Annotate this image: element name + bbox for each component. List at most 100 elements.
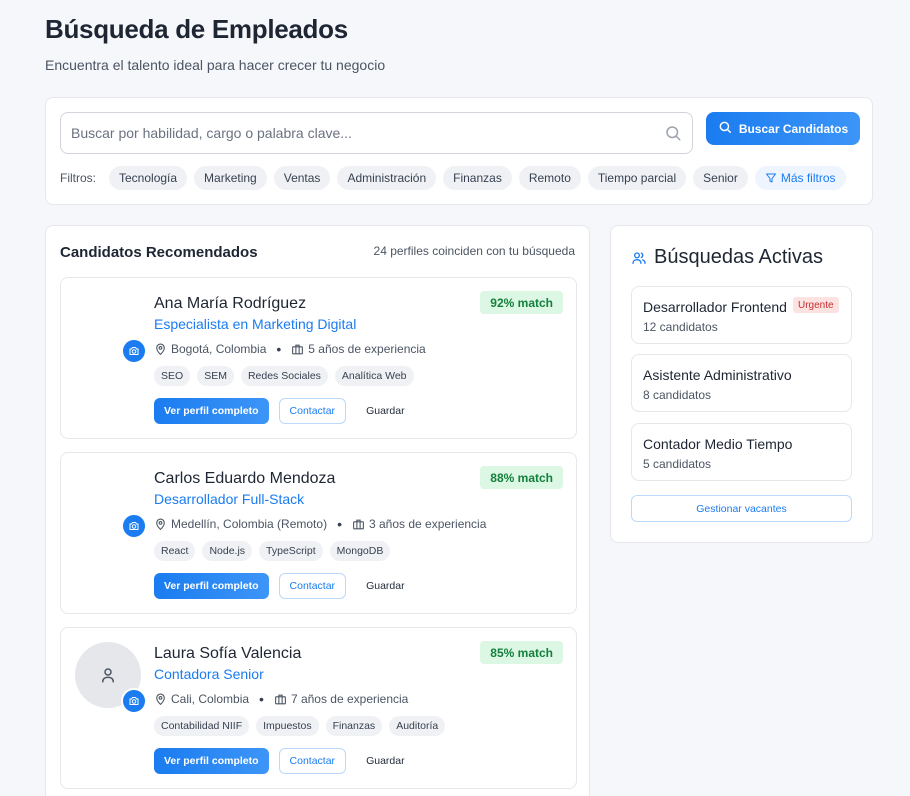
save-button[interactable]: Guardar [356, 748, 415, 774]
page-header: Búsqueda de Empleados Encuentra el talen… [45, 14, 385, 73]
candidate-role: Contadora Senior [154, 666, 264, 682]
manage-vacancies-button[interactable]: Gestionar vacantes [631, 495, 852, 522]
candidate-location: Cali, Colombia [171, 692, 250, 706]
candidate-name[interactable]: Ana María Rodríguez [154, 295, 306, 313]
page-title: Búsqueda de Empleados [45, 14, 348, 44]
skill-tag: Analítica Web [334, 366, 414, 386]
skill-tag: React [154, 541, 196, 561]
contact-button[interactable]: Contactar [278, 748, 347, 774]
filter-bar: Filtros: Tecnología Marketing Ventas Adm… [60, 166, 846, 190]
active-search-item[interactable]: Contador Medio Tiempo 5 candidatos [631, 423, 852, 481]
separator-dot: • [276, 341, 282, 357]
skill-tag: Impuestos [256, 716, 319, 736]
camera-icon[interactable] [121, 688, 147, 714]
filter-chip[interactable]: Tecnología [109, 166, 188, 190]
candidate-experience: 5 años de experiencia [308, 342, 426, 356]
active-search-count: 8 candidatos [643, 388, 712, 402]
candidate-actions: Ver perfil completo Contactar Guardar [154, 573, 415, 599]
skill-tag: Auditoría [389, 716, 446, 736]
filter-chip[interactable]: Ventas [273, 166, 331, 190]
candidates-panel: Candidatos Recomendados 24 perfiles coin… [45, 225, 590, 796]
skill-tags: React Node.js TypeScript MongoDB [154, 541, 391, 561]
active-search-item[interactable]: Asistente Administrativo 8 candidatos [631, 354, 852, 412]
candidate-actions: Ver perfil completo Contactar Guardar [154, 748, 415, 774]
candidate-role: Desarrollador Full-Stack [154, 491, 305, 507]
filters-label: Filtros: [60, 171, 96, 185]
active-search-count: 12 candidatos [643, 320, 718, 334]
camera-icon[interactable] [121, 338, 147, 364]
view-profile-button[interactable]: Ver perfil completo [154, 398, 269, 424]
filter-icon [765, 173, 776, 183]
view-profile-button[interactable]: Ver perfil completo [154, 573, 269, 599]
skill-tag: Contabilidad NIIF [154, 716, 250, 736]
filter-chip[interactable]: Senior [693, 166, 748, 190]
skill-tag: MongoDB [329, 541, 391, 561]
location-pin-icon [156, 518, 165, 530]
camera-icon[interactable] [121, 513, 147, 539]
match-badge: 88% match [480, 466, 563, 489]
search-candidates-button[interactable]: Buscar Candidatos [706, 112, 860, 145]
candidate-meta: Bogotá, Colombia • 5 años de experiencia [154, 341, 426, 357]
active-search-title: Contador Medio Tiempo [643, 436, 793, 452]
search-input-wrapper [60, 112, 693, 154]
more-filters-label: Más filtros [780, 171, 836, 185]
briefcase-icon [353, 519, 364, 529]
skill-tags: Contabilidad NIIF Impuestos Finanzas Aud… [154, 716, 446, 736]
candidate-location: Medellín, Colombia (Remoto) [171, 517, 328, 531]
search-button-label: Buscar Candidatos [738, 121, 849, 136]
contact-button[interactable]: Contactar [278, 573, 347, 599]
search-card: Buscar Candidatos Filtros: Tecnología Ma… [45, 97, 873, 205]
skill-tag: TypeScript [259, 541, 323, 561]
candidate-experience: 7 años de experiencia [290, 692, 409, 706]
skill-tags: SEO SEM Redes Sociales Analítica Web [154, 366, 414, 386]
candidate-actions: Ver perfil completo Contactar Guardar [154, 398, 415, 424]
separator-dot: • [259, 691, 264, 707]
briefcase-icon [275, 694, 286, 704]
briefcase-icon [292, 344, 304, 354]
candidate-role: Especialista en Marketing Digital [154, 316, 357, 332]
candidate-name[interactable]: Laura Sofía Valencia [154, 645, 301, 663]
view-profile-button[interactable]: Ver perfil completo [154, 748, 269, 774]
more-filters-button[interactable]: Más filtros [754, 166, 846, 190]
active-search-item[interactable]: Desarrollador Frontend Urgente 12 candid… [631, 286, 852, 344]
urgent-badge: Urgente [793, 297, 839, 313]
active-searches-title: Búsquedas Activas [654, 246, 823, 268]
candidate-location: Bogotá, Colombia [171, 342, 267, 356]
match-badge: 92% match [480, 291, 563, 314]
search-input[interactable] [61, 113, 692, 153]
match-badge: 85% match [480, 641, 563, 664]
candidates-title: Candidatos Recomendados [60, 244, 258, 261]
candidate-meta: Medellín, Colombia (Remoto) • 3 años de … [154, 516, 486, 532]
location-pin-icon [156, 343, 165, 355]
filter-chip[interactable]: Remoto [518, 166, 581, 190]
save-button[interactable]: Guardar [356, 573, 415, 599]
contact-button[interactable]: Contactar [278, 398, 347, 424]
filter-chip[interactable]: Administración [337, 166, 437, 190]
candidate-experience: 3 años de experiencia [368, 517, 487, 531]
location-pin-icon [156, 693, 165, 705]
filter-chip[interactable]: Marketing [194, 166, 267, 190]
search-icon[interactable] [664, 124, 682, 142]
candidate-meta: Cali, Colombia • 7 años de experiencia [154, 691, 408, 707]
search-icon [718, 120, 732, 137]
skill-tag: Node.js [202, 541, 253, 561]
filter-chip[interactable]: Finanzas [443, 166, 512, 190]
active-search-title: Asistente Administrativo [643, 367, 792, 383]
candidate-card: Laura Sofía Valencia Contadora Senior 85… [60, 627, 577, 789]
active-search-count: 5 candidatos [643, 457, 712, 471]
candidate-card: Carlos Eduardo Mendoza Desarrollador Ful… [60, 452, 577, 614]
active-searches-header: Búsquedas Activas [631, 246, 823, 269]
filter-chip[interactable]: Tiempo parcial [587, 166, 687, 190]
separator-dot: • [337, 516, 342, 532]
candidates-count: 24 perfiles coinciden con tu búsqueda [373, 244, 575, 258]
skill-tag: Finanzas [325, 716, 383, 736]
candidate-name[interactable]: Carlos Eduardo Mendoza [154, 470, 335, 488]
active-searches-panel: Búsquedas Activas Desarrollador Frontend… [610, 225, 873, 543]
skill-tag: SEO [154, 366, 191, 386]
skill-tag: Redes Sociales [240, 366, 328, 386]
save-button[interactable]: Guardar [356, 398, 415, 424]
users-icon [632, 251, 646, 264]
page-subtitle: Encuentra el talento ideal para hacer cr… [45, 57, 386, 73]
user-icon [102, 668, 114, 683]
candidate-card: Ana María Rodríguez Especialista en Mark… [60, 277, 577, 439]
